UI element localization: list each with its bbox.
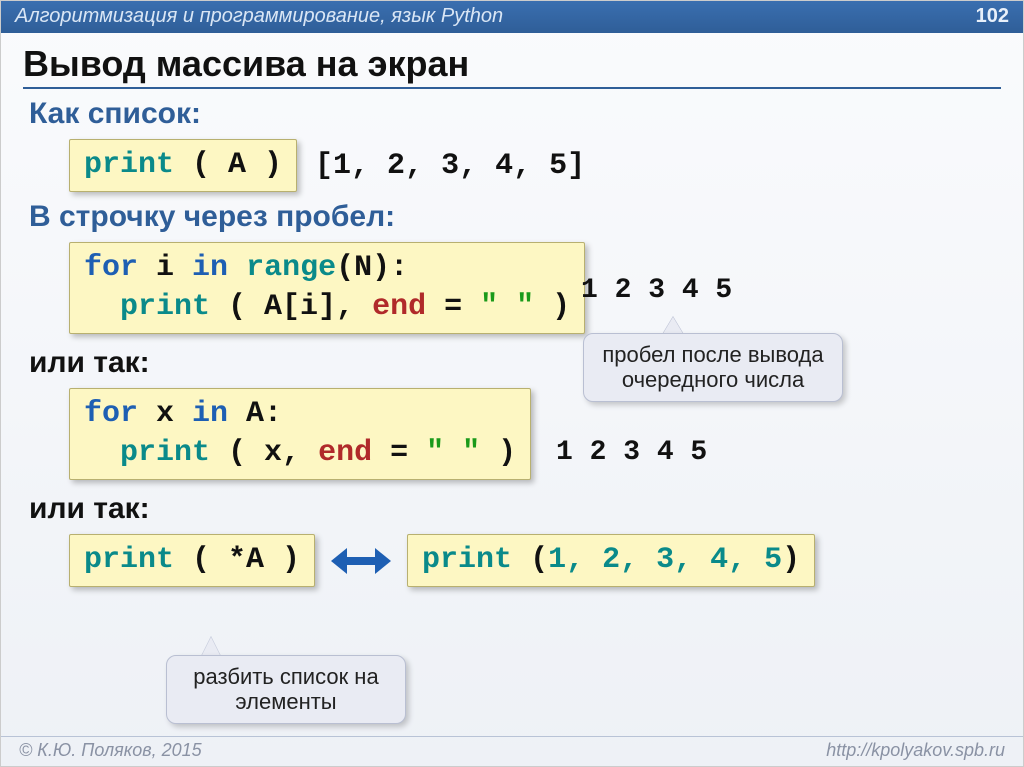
output-list: [1, 2, 3, 4, 5] — [315, 149, 585, 183]
page-number: 102 — [976, 5, 1009, 33]
section-inline-row: for i in range(N): print ( A[i], end = "… — [69, 242, 995, 334]
section-as-list-label: Как список: — [29, 97, 995, 131]
section-or-2-row: print ( *A ) print (1, 2, 3, 4, 5) — [69, 534, 995, 587]
slide-title: Вывод массива на экран — [1, 33, 1023, 87]
code-print-star: print ( *A ) — [69, 534, 315, 587]
double-arrow-icon — [331, 548, 391, 574]
slide: Алгоритмизация и программирование, язык … — [0, 0, 1024, 767]
code-rest: ( A ) — [174, 148, 282, 182]
section-as-list-row: print ( A ) [1, 2, 3, 4, 5] — [69, 139, 995, 192]
code-print-expanded: print (1, 2, 3, 4, 5) — [407, 534, 815, 587]
code-for-x: for x in A: print ( x, end = " " ) — [69, 388, 531, 480]
content: Как список: print ( A ) [1, 2, 3, 4, 5] … — [1, 97, 1023, 587]
kw-print: print — [84, 148, 174, 182]
slide-header: Алгоритмизация и программирование, язык … — [1, 1, 1023, 33]
slide-footer: © К.Ю. Поляков, 2015 http://kpolyakov.sp… — [1, 736, 1023, 766]
code-for-range: for i in range(N): print ( A[i], end = "… — [69, 242, 585, 334]
section-or-1-row: for x in A: print ( x, end = " " ) — [69, 388, 995, 480]
code-print-a: print ( A ) — [69, 139, 297, 192]
section-or-1-label: или так: — [29, 346, 995, 380]
title-rule — [23, 87, 1001, 89]
header-title: Алгоритмизация и программирование, язык … — [15, 5, 503, 33]
section-or-2-label: или так: — [29, 492, 995, 526]
footer-url: http://kpolyakov.spb.ru — [826, 740, 1005, 761]
output-inline-1: 1 2 3 4 5 — [581, 275, 732, 306]
callout-split-list: разбить список на элементы — [166, 655, 406, 724]
callout-tail-2 — [201, 637, 221, 657]
callout-space-after: пробел после вывода очередного числа — [583, 333, 843, 402]
section-inline-label: В строчку через пробел: — [29, 200, 995, 234]
footer-copyright: © К.Ю. Поляков, 2015 — [19, 740, 202, 761]
output-inline-2: 1 2 3 4 5 — [556, 437, 707, 468]
